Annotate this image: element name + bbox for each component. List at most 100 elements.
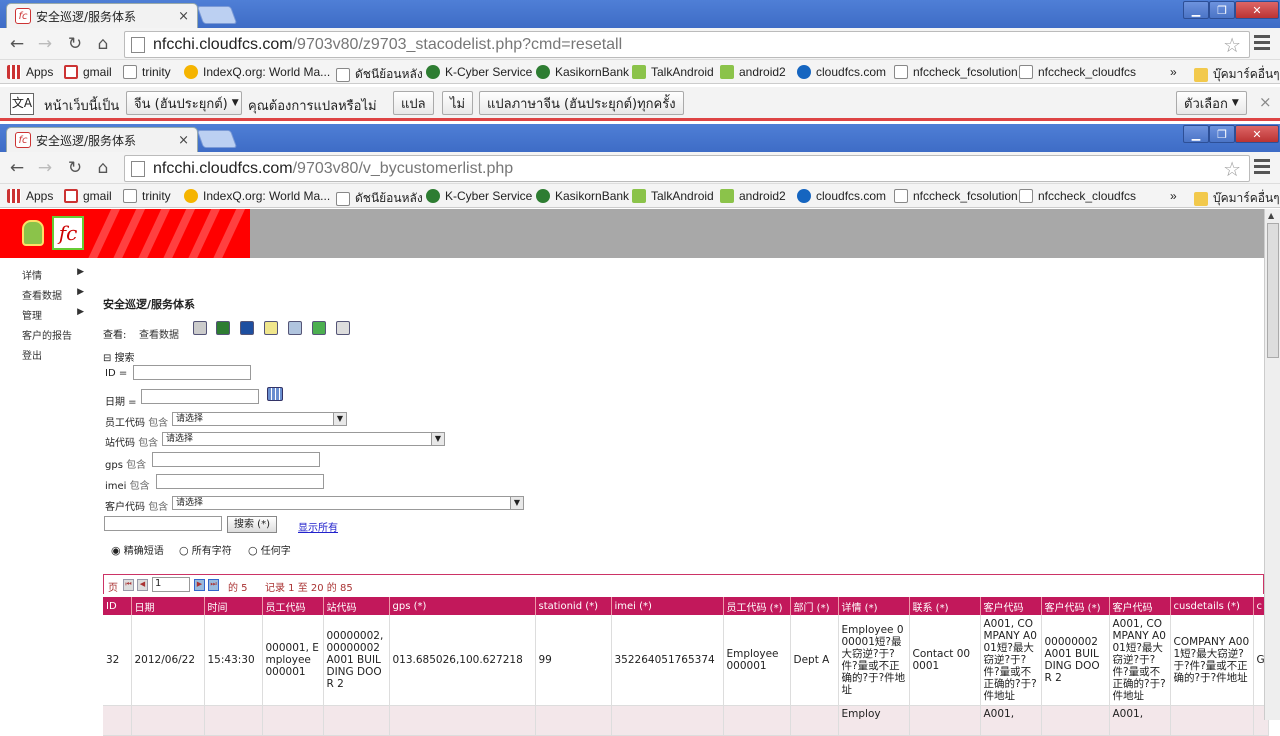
new-tab-button[interactable] bbox=[196, 130, 238, 148]
bookmark-kcyber[interactable]: K-Cyber Service bbox=[426, 189, 532, 203]
chrome-menu-icon[interactable] bbox=[1254, 35, 1270, 53]
id-input[interactable] bbox=[133, 365, 251, 380]
bookmark-nfccheck-cloudfcs[interactable]: nfccheck_cloudfcs bbox=[1019, 189, 1136, 203]
bookmarks-more[interactable]: » bbox=[1170, 65, 1177, 79]
column-header[interactable]: 时间 bbox=[204, 597, 263, 615]
forward-arrow-icon[interactable]: → bbox=[34, 34, 56, 54]
reload-icon[interactable]: ↻ bbox=[64, 34, 86, 54]
page-scrollbar[interactable]: ▲ bbox=[1264, 209, 1280, 720]
bookmark-history[interactable]: ดัชนีย้อนหลัง bbox=[336, 65, 423, 84]
radio-any-word[interactable]: ○ 任何字 bbox=[248, 542, 291, 557]
csv-export-icon[interactable] bbox=[312, 321, 326, 335]
close-window-button[interactable]: ✕ bbox=[1235, 1, 1279, 19]
column-header[interactable]: 详情 (*) bbox=[838, 597, 910, 615]
maximize-button[interactable]: ❐ bbox=[1209, 125, 1235, 143]
word-icon[interactable] bbox=[240, 321, 254, 335]
no-translate-button[interactable]: ไม่ bbox=[442, 91, 474, 115]
keyword-input[interactable] bbox=[104, 516, 222, 531]
page-number-input[interactable]: 1 bbox=[152, 577, 190, 592]
bookmark-apps[interactable]: Apps bbox=[7, 65, 53, 79]
column-header[interactable]: 员工代码 (*) bbox=[723, 597, 791, 615]
column-header[interactable]: 日期 bbox=[131, 597, 205, 615]
address-bar[interactable]: nfcchi.cloudfcs.com/9703v80/z9703_stacod… bbox=[124, 31, 1250, 58]
bookmarks-more[interactable]: » bbox=[1170, 189, 1177, 203]
column-header[interactable]: imei (*) bbox=[611, 597, 724, 615]
bookmark-apps[interactable]: Apps bbox=[7, 189, 53, 203]
always-translate-button[interactable]: แปลภาษาจีน (ฮันประยุกต์)ทุกครั้ง bbox=[479, 91, 684, 115]
browser-tab[interactable]: fc 安全巡逻/服务体系 × bbox=[6, 127, 198, 152]
first-page-icon[interactable]: ⏮ bbox=[123, 579, 134, 591]
forward-arrow-icon[interactable]: → bbox=[34, 158, 56, 178]
new-tab-button[interactable] bbox=[196, 6, 238, 24]
bookmark-nfccheck-fcsolution[interactable]: nfccheck_fcsolution bbox=[894, 65, 1018, 79]
last-page-icon[interactable]: ⏭ bbox=[208, 579, 219, 591]
bookmark-indexq[interactable]: IndexQ.org: World Ma... bbox=[184, 189, 330, 203]
table-row[interactable]: 32 2012/06/22 15:43:30 000001, Employee 000… bbox=[103, 615, 1269, 706]
reload-icon[interactable]: ↻ bbox=[64, 158, 86, 178]
sidebar-item-manage[interactable]: 管理 ▶ bbox=[22, 307, 84, 327]
column-header[interactable]: ID bbox=[103, 597, 132, 615]
tab-close-icon[interactable]: × bbox=[178, 133, 189, 148]
column-header[interactable]: gps (*) bbox=[389, 597, 536, 615]
calendar-icon[interactable] bbox=[267, 387, 283, 401]
column-header[interactable]: cusdetails (*) bbox=[1170, 597, 1254, 615]
imei-input[interactable] bbox=[156, 474, 324, 489]
bookmark-nfccheck-cloudfcs[interactable]: nfccheck_cloudfcs bbox=[1019, 65, 1136, 79]
bookmark-star-icon[interactable]: ☆ bbox=[1223, 33, 1241, 58]
minimize-button[interactable]: ▁ bbox=[1183, 1, 1209, 19]
gps-input[interactable] bbox=[152, 452, 320, 467]
radio-all-words[interactable]: ○ 所有字符 bbox=[179, 542, 232, 557]
tab-close-icon[interactable]: × bbox=[178, 9, 189, 24]
translate-close-icon[interactable]: × bbox=[1259, 93, 1272, 111]
print-icon[interactable] bbox=[193, 321, 207, 335]
search-toggle[interactable]: ⊟ 搜索 bbox=[103, 349, 135, 364]
bookmark-talkandroid[interactable]: TalkAndroid bbox=[632, 189, 714, 203]
column-header[interactable]: 客户代码 (*) bbox=[1041, 597, 1110, 615]
browser-tab[interactable]: fc 安全巡逻/服务体系 × bbox=[6, 3, 198, 28]
bookmark-history[interactable]: ดัชนีย้อนหลัง bbox=[336, 189, 423, 208]
bookmark-cloudfcs[interactable]: cloudfcs.com bbox=[797, 65, 886, 79]
html-export-icon[interactable] bbox=[264, 321, 278, 335]
prev-page-icon[interactable]: ◀ bbox=[137, 579, 148, 591]
home-icon[interactable]: ⌂ bbox=[92, 34, 114, 54]
sidebar-item-customer-report[interactable]: 客户的报告 bbox=[22, 327, 84, 347]
close-window-button[interactable]: ✕ bbox=[1235, 125, 1279, 143]
column-header[interactable]: 联系 (*) bbox=[909, 597, 981, 615]
employee-code-select[interactable]: 请选择 ▼ bbox=[172, 412, 347, 426]
sidebar-item-logout[interactable]: 登出 bbox=[22, 347, 84, 367]
search-button[interactable]: 搜索 (*) bbox=[227, 516, 277, 533]
bookmark-kasikorn[interactable]: KasikornBank bbox=[536, 65, 629, 79]
xml-export-icon[interactable] bbox=[288, 321, 302, 335]
station-code-select[interactable]: 请选择 ▼ bbox=[162, 432, 445, 446]
translate-options-button[interactable]: ตัวเลือก ▼ bbox=[1176, 91, 1247, 115]
column-header[interactable]: 站代码 bbox=[323, 597, 390, 615]
maximize-button[interactable]: ❐ bbox=[1209, 1, 1235, 19]
scroll-up-icon[interactable]: ▲ bbox=[1268, 211, 1274, 220]
excel-icon[interactable] bbox=[216, 321, 230, 335]
date-input[interactable] bbox=[141, 389, 259, 404]
scrollbar-thumb[interactable] bbox=[1267, 223, 1279, 358]
show-all-link[interactable]: 显示所有 bbox=[298, 519, 338, 534]
bookmark-indexq[interactable]: IndexQ.org: World Ma... bbox=[184, 65, 330, 79]
sidebar-item-details[interactable]: 详情 ▶ bbox=[22, 267, 84, 287]
table-row[interactable]: Employ A001, A001, bbox=[103, 705, 1269, 736]
bookmark-gmail[interactable]: gmail bbox=[64, 65, 112, 79]
view-data-link[interactable]: 查看数据 bbox=[139, 326, 179, 341]
bookmark-trinity[interactable]: trinity bbox=[123, 189, 171, 203]
bookmark-kasikorn[interactable]: KasikornBank bbox=[536, 189, 629, 203]
bookmark-android2[interactable]: android2 bbox=[720, 65, 786, 79]
back-arrow-icon[interactable]: ← bbox=[6, 34, 28, 54]
bookmark-gmail[interactable]: gmail bbox=[64, 189, 112, 203]
bookmark-trinity[interactable]: trinity bbox=[123, 65, 171, 79]
other-bookmarks[interactable]: บุ๊คมาร์คอื่นๆ bbox=[1194, 65, 1280, 84]
email-icon[interactable] bbox=[336, 321, 350, 335]
customer-code-select[interactable]: 请选择 ▼ bbox=[172, 496, 524, 510]
translate-button[interactable]: แปล bbox=[393, 91, 434, 115]
bookmark-star-icon[interactable]: ☆ bbox=[1223, 157, 1241, 182]
address-bar[interactable]: nfcchi.cloudfcs.com/9703v80/v_bycustomer… bbox=[124, 155, 1250, 182]
column-header[interactable]: 客户代码 bbox=[1109, 597, 1171, 615]
bookmark-nfccheck-fcsolution[interactable]: nfccheck_fcsolution bbox=[894, 189, 1018, 203]
language-select[interactable]: จีน (ฮันประยุกต์) ▼ bbox=[126, 91, 242, 115]
bookmark-kcyber[interactable]: K-Cyber Service bbox=[426, 65, 532, 79]
column-header[interactable]: 客户代码 bbox=[980, 597, 1042, 615]
